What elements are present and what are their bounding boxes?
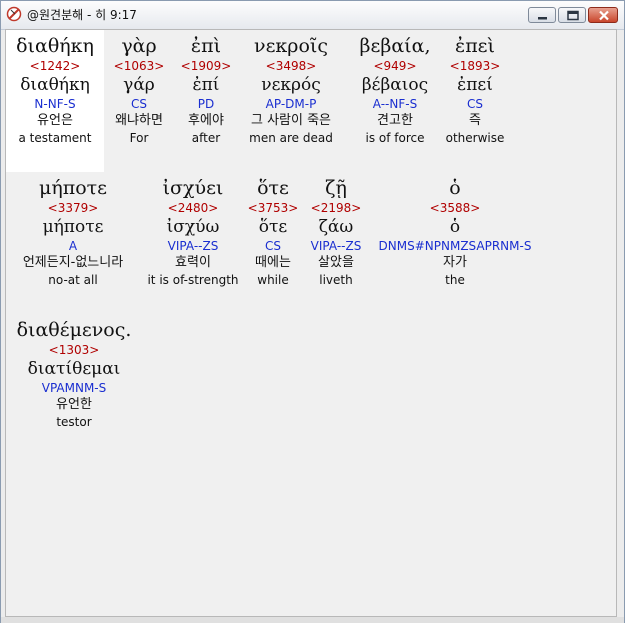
word-block[interactable]: ζῇ <2198> ζάω VIPA--ZS 살았을 liveth [304,176,368,288]
greek-word: διαθήκη [16,35,94,57]
greek-word: γὰρ [121,35,157,57]
english-gloss: the [445,273,465,287]
greek-word: ἐπεὶ [455,35,495,57]
window-title: @원견분해 - 히 9:17 [27,8,137,22]
parsing-code: CS [265,239,281,253]
korean-gloss: 효력이 [175,255,211,270]
interlinear-panel[interactable]: διαθήκη <1242> διαθήκη N-NF-S 유언은 a test… [5,29,617,617]
parsing-code: CS [467,97,483,111]
korean-gloss: 자가 [443,255,467,270]
korean-gloss: 즉 [469,113,481,128]
greek-word: μήποτε [38,177,107,199]
greek-lemma: γάρ [123,75,155,95]
english-gloss: after [191,131,221,145]
greek-word: ὅτε [257,177,289,199]
greek-lemma: ἐπί [192,75,220,95]
app-window: @원견분해 - 히 9:17 διαθήκη <1242> διαθήκη N-… [0,0,625,623]
english-gloss: no-at all [48,273,98,287]
strong-number: <2480> [167,201,219,215]
greek-lemma: ὅτε [258,217,288,237]
parsing-code: N-NF-S [34,97,76,111]
word-block[interactable]: ἐπὶ <1909> ἐπί PD 후에야 after [176,34,236,146]
word-block[interactable]: διαθήκη <1242> διαθήκη N-NF-S 유언은 a test… [6,34,104,146]
parsing-code: DNMS#NPNMZSAPRNM-S [378,239,532,253]
strong-number: <1242> [29,59,81,73]
english-gloss: while [257,273,289,287]
title-bar[interactable]: @원견분해 - 히 9:17 [1,1,624,30]
strong-number: <3498> [265,59,317,73]
maximize-button[interactable] [558,7,586,23]
word-block[interactable]: βεβαία, <949> βέβαιος A--NF-S 견고한 is of … [348,34,442,146]
korean-gloss: 때에는 [255,255,291,270]
korean-gloss: 유언한 [56,397,92,412]
korean-gloss: 살았을 [318,255,354,270]
korean-gloss: 유언은 [37,113,73,128]
english-gloss: liveth [319,273,353,287]
greek-lemma: μήποτε [42,217,104,237]
word-block[interactable]: ἐπεὶ <1893> ἐπεί CS 즉 otherwise [442,34,508,146]
korean-gloss: 견고한 [377,113,413,128]
strong-number: <949> [373,59,417,73]
korean-gloss: 언제든지-없느니라 [22,255,124,270]
strong-number: <3379> [47,201,99,215]
greek-word: νεκροῖς [254,35,328,57]
english-gloss: otherwise [445,131,505,145]
greek-word: ἰσχύει [162,177,224,199]
parsing-code: CS [131,97,147,111]
word-block[interactable]: ἰσχύει <2480> ἰσχύω VIPA--ZS 효력이 it is o… [140,176,246,288]
strong-number: <3753> [247,201,299,215]
english-gloss: For [129,131,149,145]
word-block[interactable]: γὰρ <1063> γάρ CS 왜냐하면 For [104,34,174,146]
parsing-code: VIPA--ZS [167,239,219,253]
greek-lemma: νεκρός [261,75,321,95]
parsing-code: A [68,239,78,253]
greek-word: ἐπὶ [190,35,222,57]
greek-word: ζῇ [325,177,347,199]
korean-gloss: 후에야 [188,113,224,128]
greek-lemma: ἰσχύω [166,217,220,237]
greek-lemma: διατίθεμαι [27,359,121,379]
english-gloss: testor [56,415,92,429]
english-gloss: it is of-strength [147,273,239,287]
word-block[interactable]: ὅτε <3753> ὅτε CS 때에는 while [246,176,300,288]
word-block[interactable]: νεκροῖς <3498> νεκρός AP-DM-P 그 사람이 죽은 m… [238,34,344,146]
strong-number: <2198> [310,201,362,215]
parsing-code: PD [197,97,215,111]
greek-lemma: ἐπεί [457,75,493,95]
strong-number: <1063> [113,59,165,73]
minimize-icon [538,17,547,20]
english-gloss: a testament [18,131,92,145]
parsing-code: VPAMNM-S [41,381,107,395]
english-gloss: men are dead [249,131,333,145]
parsing-code: VIPA--ZS [310,239,362,253]
strong-number: <1909> [180,59,232,73]
korean-gloss: 그 사람이 죽은 [250,113,332,128]
strong-number: <3588> [429,201,481,215]
greek-lemma: ζάω [318,217,354,237]
word-block[interactable]: ὁ <3588> ὁ DNMS#NPNMZSAPRNM-S 자가 the [370,176,540,288]
strong-number: <1303> [48,343,100,357]
parsing-code: AP-DM-P [265,97,317,111]
greek-word: ὁ [449,177,461,199]
window-bottom-border [1,617,624,623]
minimize-button[interactable] [528,7,556,23]
english-gloss: is of force [365,131,425,145]
parsing-code: A--NF-S [372,97,418,111]
greek-word: διαθέμενος. [16,319,132,341]
app-icon [6,6,22,22]
word-block[interactable]: μήποτε <3379> μήποτε A 언제든지-없느니라 no-at a… [8,176,138,288]
greek-lemma: ὁ [449,217,461,237]
close-icon [599,10,609,21]
greek-lemma: βέβαιος [361,75,429,95]
greek-lemma: διαθήκη [20,75,90,95]
close-button[interactable] [588,7,618,23]
greek-word: βεβαία, [359,35,431,57]
word-block[interactable]: διαθέμενος. <1303> διατίθεμαι VPAMNM-S 유… [8,318,140,430]
strong-number: <1893> [449,59,501,73]
korean-gloss: 왜냐하면 [115,113,163,128]
